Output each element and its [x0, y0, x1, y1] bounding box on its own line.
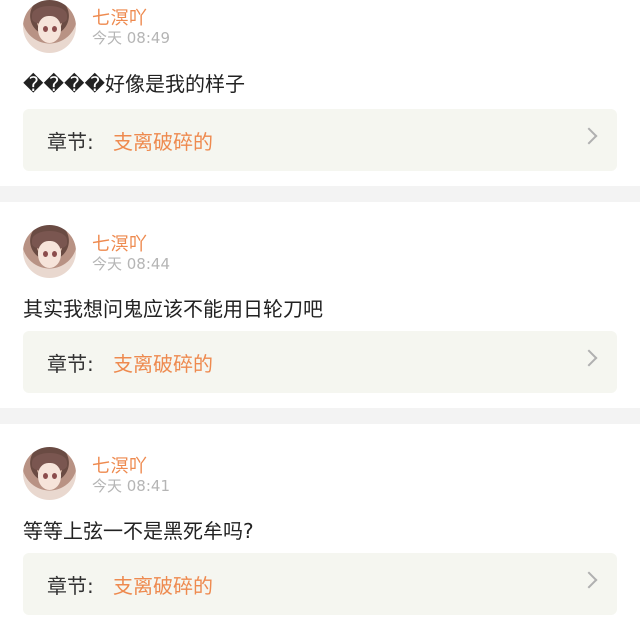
chevron-right-icon: [580, 571, 598, 589]
chapter-title: 支离破碎的: [113, 574, 213, 598]
avatar[interactable]: [23, 447, 76, 500]
section-divider: [0, 408, 640, 424]
comment-item: 七溟吖 今天 08:49 ����好像是我的样子 章节: 支离破碎的: [0, 0, 640, 186]
comment-text: 等等上弦一不是黑死牟吗?: [23, 519, 254, 543]
comment-feed: 七溟吖 今天 08:49 ����好像是我的样子 章节: 支离破碎的 七溟吖 今…: [0, 0, 640, 619]
chapter-title: 支离破碎的: [113, 352, 213, 376]
timestamp: 今天 08:44: [92, 255, 170, 273]
chevron-right-icon: [580, 127, 598, 145]
comment-text: 其实我想问鬼应该不能用日轮刀吧: [23, 297, 323, 321]
avatar[interactable]: [23, 0, 76, 53]
chapter-label: 章节:: [47, 352, 94, 376]
chapter-link[interactable]: 章节: 支离破碎的: [23, 331, 617, 393]
comment-item: 七溟吖 今天 08:41 等等上弦一不是黑死牟吗? 章节: 支离破碎的: [0, 424, 640, 619]
chapter-label: 章节:: [47, 130, 94, 154]
timestamp: 今天 08:41: [92, 477, 170, 495]
comment-item: 七溟吖 今天 08:44 其实我想问鬼应该不能用日轮刀吧 章节: 支离破碎的: [0, 202, 640, 408]
chapter-link[interactable]: 章节: 支离破碎的: [23, 109, 617, 171]
section-divider: [0, 186, 640, 202]
comment-text: ����好像是我的样子: [23, 72, 246, 96]
chevron-right-icon: [580, 349, 598, 367]
chapter-link[interactable]: 章节: 支离破碎的: [23, 553, 617, 615]
chapter-title: 支离破碎的: [113, 130, 213, 154]
chapter-label: 章节:: [47, 574, 94, 598]
timestamp: 今天 08:49: [92, 29, 170, 47]
avatar[interactable]: [23, 225, 76, 278]
